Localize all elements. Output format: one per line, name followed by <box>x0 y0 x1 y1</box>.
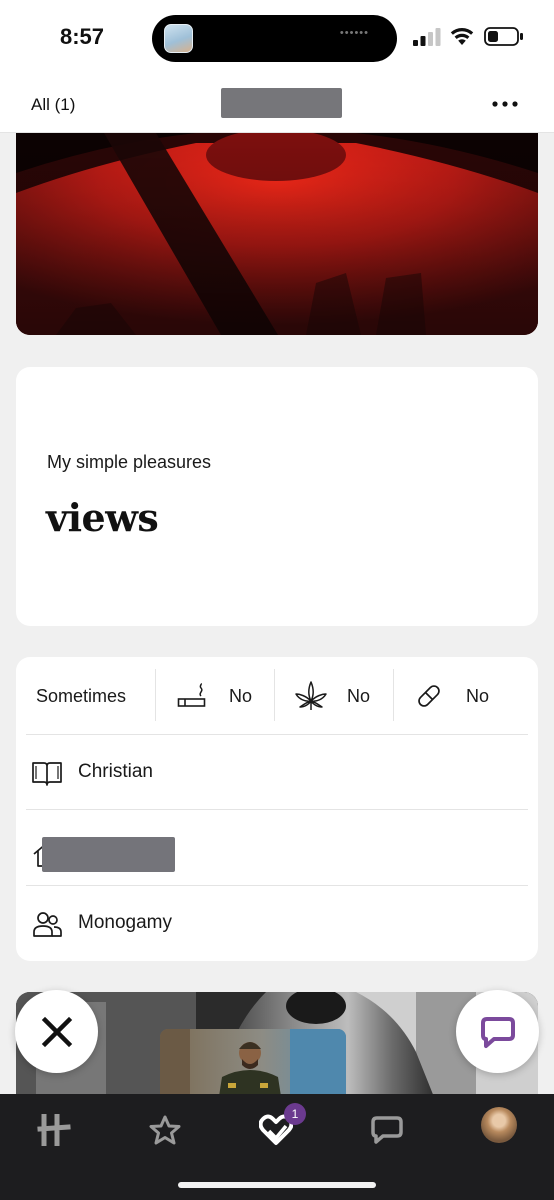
video-thumbnail[interactable] <box>160 1029 346 1103</box>
island-indicator-dots: •••••• <box>339 27 369 39</box>
hometown-redacted <box>42 837 175 872</box>
vitals-card: Sometimes No No No Christian Monogamy <box>16 657 538 961</box>
book-icon <box>32 762 62 786</box>
habit-separator <box>393 669 394 721</box>
relationship-type-value: Monogamy <box>78 912 172 933</box>
wifi-icon <box>450 28 474 45</box>
marijuana-habit: No <box>295 657 370 735</box>
more-options-button[interactable] <box>489 90 521 118</box>
pill-icon <box>418 685 440 707</box>
cannabis-leaf-icon <box>295 681 327 710</box>
nav-discover[interactable] <box>31 1110 77 1150</box>
profile-photo-image <box>16 133 538 335</box>
close-icon <box>41 1016 72 1047</box>
signal-icon <box>413 28 441 46</box>
religion-row: Christian <box>16 735 538 810</box>
smoking-value: No <box>229 685 253 706</box>
home-logo-icon <box>37 1114 71 1146</box>
drinking-habit: Sometimes <box>36 657 126 735</box>
home-indicator[interactable] <box>178 1182 376 1188</box>
dynamic-island[interactable]: •••••• <box>152 15 397 62</box>
video-thumbnail-image <box>160 1029 346 1103</box>
all-filter-button[interactable]: All (1) <box>31 95 75 115</box>
star-icon <box>149 1115 181 1145</box>
smoking-habit: No <box>177 657 252 735</box>
people-icon <box>33 912 62 937</box>
chat-bubble-icon <box>480 1016 515 1048</box>
island-thumbnail <box>164 24 193 53</box>
prompt-answer: views <box>46 495 159 540</box>
pass-button[interactable] <box>15 990 98 1073</box>
more-horizontal-icon <box>492 101 518 107</box>
cigarette-icon <box>177 683 206 707</box>
profile-avatar[interactable] <box>481 1107 517 1143</box>
religion-value: Christian <box>78 761 153 782</box>
status-time: 8:57 <box>60 24 105 49</box>
hometown-row <box>16 810 538 885</box>
app-header: All (1) <box>0 78 554 133</box>
drinking-value: Sometimes <box>36 685 127 706</box>
nav-standouts[interactable] <box>142 1110 188 1150</box>
profile-photo[interactable] <box>16 133 538 335</box>
habit-separator <box>274 669 275 721</box>
marijuana-value: No <box>347 685 371 706</box>
drugs-habit: No <box>416 657 489 735</box>
relationship-type-row: Monogamy <box>16 886 538 961</box>
status-bar: 8:57 •••••• <box>0 0 554 78</box>
nav-matches[interactable] <box>364 1110 410 1150</box>
prompt-question: My simple pleasures <box>47 452 212 472</box>
drugs-value: No <box>466 685 490 706</box>
likes-count-badge: 1 <box>284 1103 306 1125</box>
habit-separator <box>155 669 156 721</box>
battery-icon <box>484 27 523 46</box>
comment-like-button[interactable] <box>456 990 539 1073</box>
chat-icon <box>371 1116 403 1144</box>
habits-row: Sometimes No No No <box>16 657 538 735</box>
prompt-card[interactable]: My simple pleasures views <box>16 367 538 626</box>
profile-name-redacted <box>221 88 342 118</box>
